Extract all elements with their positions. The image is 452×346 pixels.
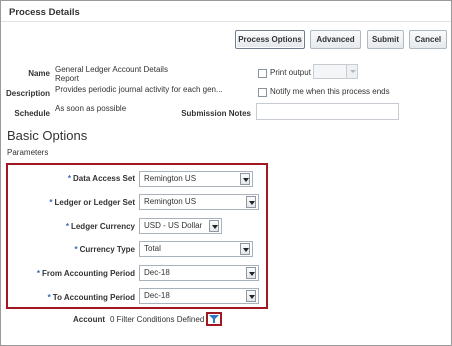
required-marker: * xyxy=(65,222,69,231)
account-value: 0 Filter Conditions Defined xyxy=(110,315,205,324)
required-marker: * xyxy=(67,174,72,183)
name-value-line1: General Ledger Account Details xyxy=(55,65,168,74)
currency-type-value: Total xyxy=(144,244,161,253)
chevron-down-icon xyxy=(246,196,256,208)
required-marker: * xyxy=(36,269,40,278)
print-output-checkbox[interactable] xyxy=(258,69,267,78)
notify-checkbox[interactable] xyxy=(258,88,267,97)
process-options-button[interactable]: Process Options xyxy=(235,30,305,49)
ledger-currency-value: USD - US Dollar xyxy=(144,221,203,230)
label-text: Data Access Set xyxy=(73,174,135,183)
chevron-down-icon xyxy=(240,173,250,185)
label-text: From Accounting Period xyxy=(41,269,135,278)
data-access-set-label: * Data Access Set xyxy=(5,174,135,183)
submission-notes-label: Submission Notes xyxy=(181,109,251,118)
from-period-label: * From Accounting Period xyxy=(5,269,135,278)
filter-icon[interactable] xyxy=(206,312,222,326)
basic-options-heading: Basic Options xyxy=(7,128,88,143)
description-value: Provides periodic journal activity for e… xyxy=(55,85,223,94)
ledger-currency-label: * Ledger Currency xyxy=(5,222,135,231)
name-value-line2: Report xyxy=(55,74,80,83)
required-marker: * xyxy=(47,293,51,302)
schedule-value: As soon as possible xyxy=(55,104,127,113)
notify-label: Notify me when this process ends xyxy=(270,87,390,96)
ledger-set-label: * Ledger or Ledger Set xyxy=(5,198,135,207)
currency-type-select[interactable]: Total xyxy=(139,241,253,257)
chevron-down-icon xyxy=(240,243,250,255)
header-divider xyxy=(1,21,451,22)
currency-type-label: * Currency Type xyxy=(5,245,135,254)
label-text: To Accounting Period xyxy=(52,293,135,302)
name-label: Name xyxy=(28,69,50,78)
advanced-button[interactable]: Advanced xyxy=(310,30,361,49)
schedule-label: Schedule xyxy=(14,109,50,118)
account-label: Account xyxy=(73,315,105,324)
from-period-value: Dec-18 xyxy=(144,268,170,277)
from-period-select[interactable]: Dec-18 xyxy=(139,265,259,281)
submission-notes-input[interactable] xyxy=(256,103,399,120)
to-period-label: * To Accounting Period xyxy=(5,293,135,302)
chevron-down-icon xyxy=(246,267,256,279)
funnel-icon xyxy=(209,315,219,323)
print-output-label: Print output xyxy=(270,68,311,77)
chevron-down-icon xyxy=(246,290,256,302)
ledger-set-select[interactable]: Remington US xyxy=(139,194,259,210)
label-text: Ledger or Ledger Set xyxy=(54,198,135,207)
ledger-currency-select[interactable]: USD - US Dollar xyxy=(139,218,222,234)
label-text: Ledger Currency xyxy=(70,222,135,231)
page-title: Process Details xyxy=(9,7,80,18)
data-access-set-select[interactable]: Remington US xyxy=(139,171,253,187)
to-period-select[interactable]: Dec-18 xyxy=(139,288,259,304)
required-marker: * xyxy=(49,198,53,207)
process-details-page: Process Details Process Options Advanced… xyxy=(0,0,452,346)
cancel-button[interactable]: Cancel xyxy=(409,30,447,49)
parameters-label: Parameters xyxy=(7,148,49,157)
ledger-set-value: Remington US xyxy=(144,197,197,206)
to-period-value: Dec-18 xyxy=(144,291,170,300)
data-access-set-value: Remington US xyxy=(144,174,197,183)
submit-button[interactable]: Submit xyxy=(367,30,404,49)
print-output-select xyxy=(313,64,358,79)
description-label: Description xyxy=(5,89,50,98)
label-text: Currency Type xyxy=(79,245,135,254)
required-marker: * xyxy=(74,245,78,254)
chevron-down-icon xyxy=(346,65,357,78)
chevron-down-icon xyxy=(209,220,219,232)
